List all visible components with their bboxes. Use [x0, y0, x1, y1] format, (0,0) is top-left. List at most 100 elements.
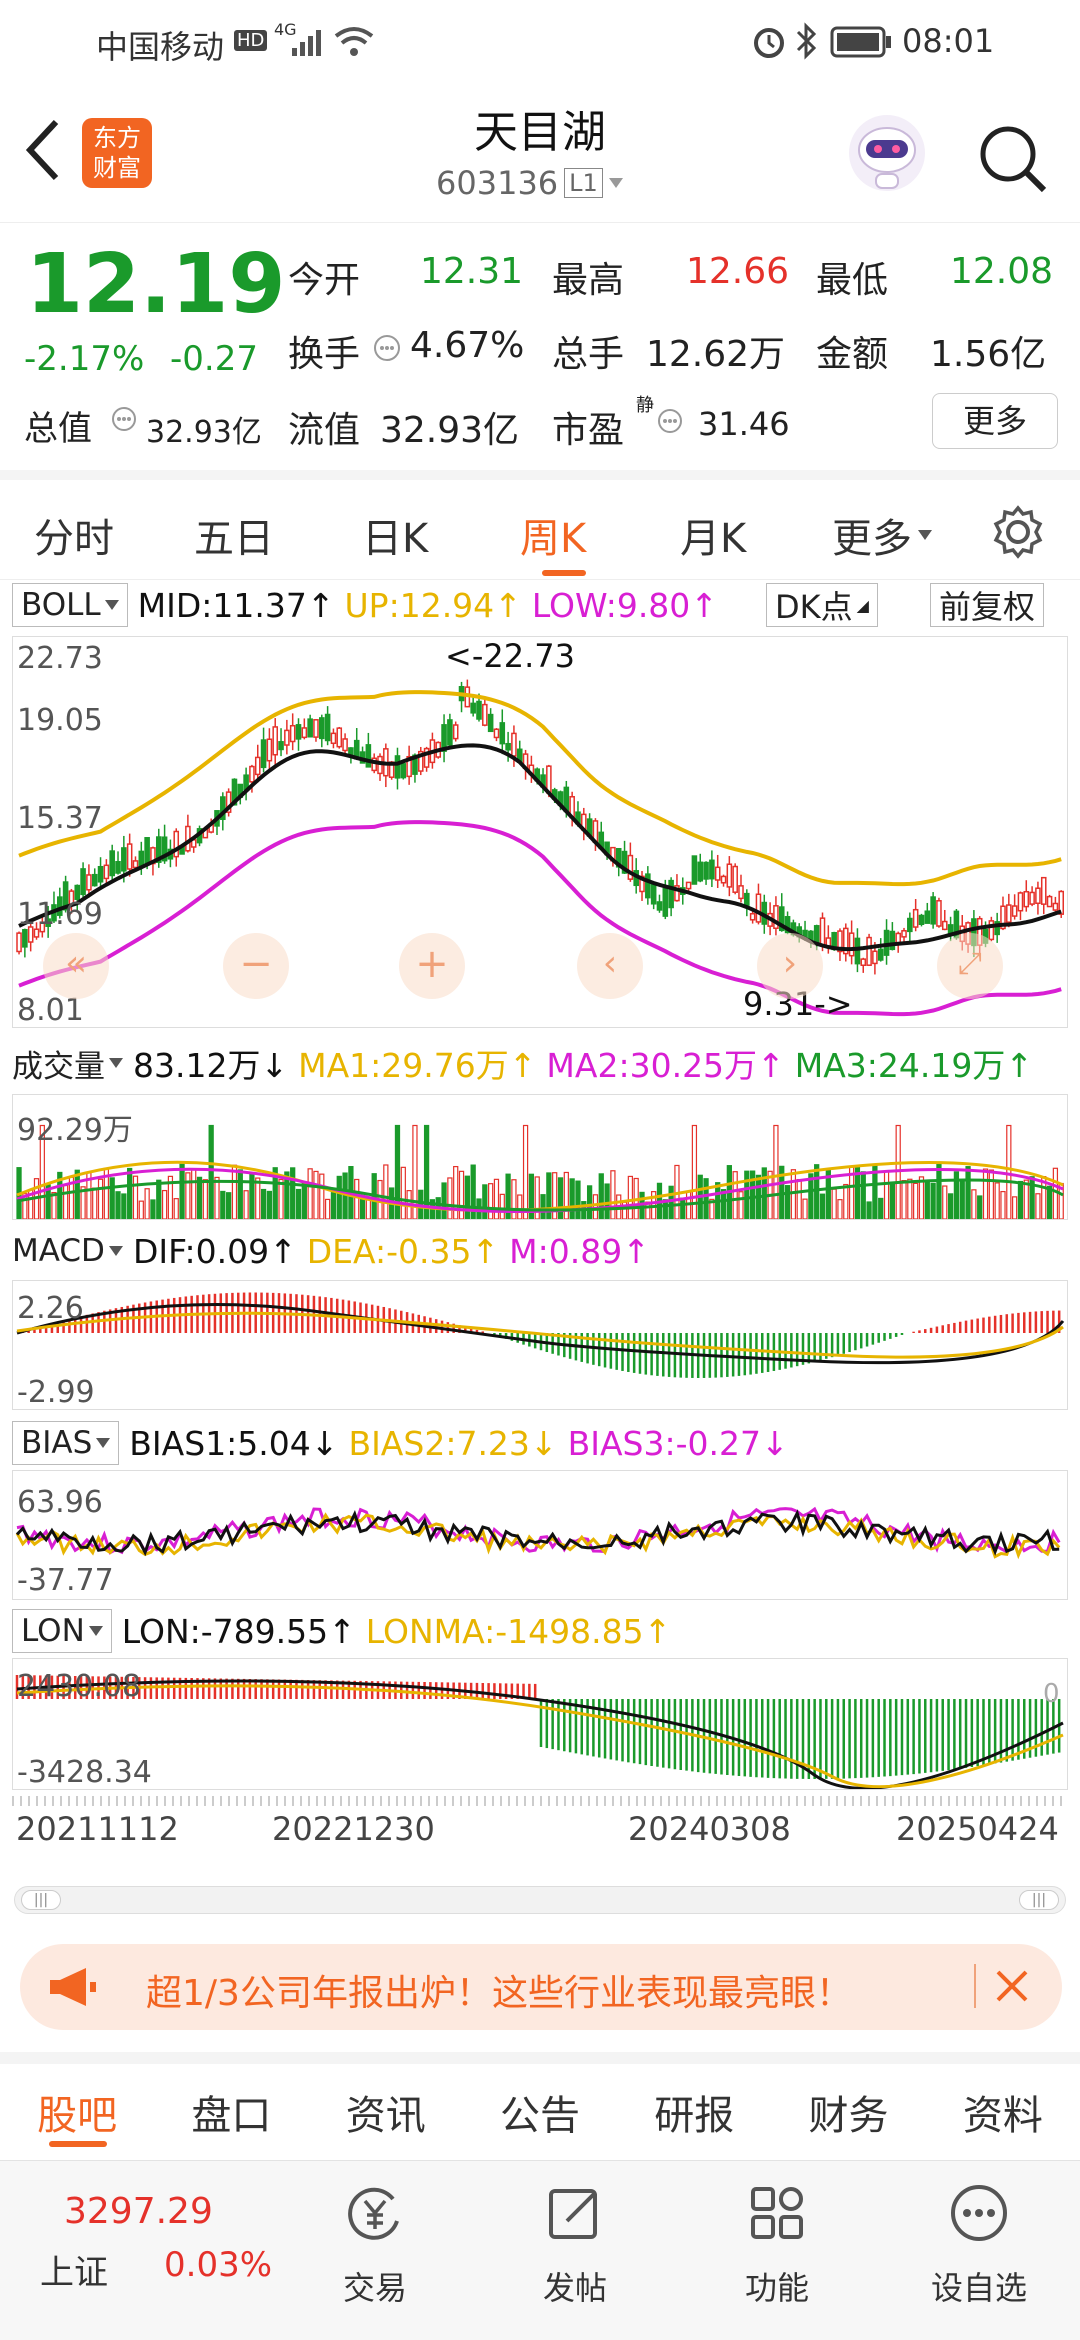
- candle: [924, 910, 931, 924]
- candle: [860, 958, 867, 966]
- close-icon[interactable]: [992, 1966, 1032, 2006]
- volume-bar: [109, 1177, 115, 1219]
- candle: [813, 925, 820, 944]
- candle: [901, 930, 907, 938]
- tab-announcements[interactable]: 公告: [500, 2083, 580, 2141]
- volume-bar: [214, 1176, 220, 1219]
- active-tab-indicator: [49, 2141, 108, 2147]
- indicator-select-lon[interactable]: LON: [12, 1609, 112, 1653]
- info-icon[interactable]: [372, 333, 402, 363]
- info-icon[interactable]: [656, 407, 684, 435]
- volume-bar: [627, 1175, 634, 1219]
- amount-value: 1.56亿: [930, 334, 1047, 375]
- volume-bar: [982, 1168, 989, 1219]
- volume-bar: [482, 1184, 488, 1219]
- volume-legend: 成交量 83.12万↓ MA1:29.76万↑ MA2:30.25万↑ MA3:…: [12, 1038, 1033, 1088]
- volume-bar: [1017, 1180, 1024, 1219]
- volume-bar: [307, 1168, 313, 1219]
- kline-chart[interactable]: 22.73 19.05 15.37 11.69 8.01 <-22.73 9.3…: [12, 636, 1068, 1028]
- volume-bar: [586, 1185, 593, 1219]
- volume-bar: [773, 1124, 779, 1219]
- volume-bar: [62, 1184, 69, 1219]
- search-icon[interactable]: [976, 122, 1050, 196]
- volume-chart[interactable]: 92.29万: [12, 1094, 1068, 1220]
- index-value[interactable]: 3297.29: [64, 2191, 213, 2232]
- volume-bar: [563, 1171, 569, 1219]
- macd-chart[interactable]: 2.26 -2.99: [12, 1280, 1068, 1410]
- macd-svg: [16, 1292, 1065, 1378]
- rewind-fast-icon[interactable]: «: [43, 933, 109, 999]
- date-ticks: [12, 1796, 1068, 1806]
- lon-value: LON:-789.55↑: [121, 1611, 356, 1651]
- scroll-handle-right[interactable]: |||: [1019, 1890, 1059, 1910]
- volume-bar: [150, 1199, 156, 1219]
- scroll-handle-left[interactable]: |||: [21, 1890, 61, 1910]
- robot-assistant-icon[interactable]: [846, 112, 928, 194]
- tab-weekly-k[interactable]: 周K: [520, 506, 586, 564]
- volume-bar: [249, 1172, 255, 1219]
- settings-gear-icon[interactable]: [990, 504, 1046, 560]
- candle: [452, 724, 459, 740]
- indicator-select-bias[interactable]: BIAS: [12, 1421, 120, 1465]
- nav-functions[interactable]: 功能: [712, 2181, 842, 2309]
- volume-bar: [831, 1188, 837, 1219]
- candle: [656, 901, 663, 911]
- prev-icon[interactable]: ‹: [577, 933, 643, 999]
- candle: [662, 887, 669, 917]
- tab-intraday[interactable]: 分时: [34, 506, 114, 564]
- volume-bar: [790, 1169, 797, 1219]
- volume-bar: [226, 1192, 232, 1219]
- volume-bar: [1046, 1185, 1053, 1219]
- tab-research[interactable]: 研报: [654, 2083, 734, 2141]
- nav-watchlist[interactable]: 设自选: [914, 2181, 1044, 2309]
- volume-bar: [959, 1180, 965, 1219]
- tab-profile[interactable]: 资料: [963, 2083, 1043, 2141]
- zoom-out-icon[interactable]: −: [223, 933, 289, 999]
- stock-name: 天目湖: [474, 107, 606, 158]
- macd-y-top: 2.26: [17, 1291, 84, 1326]
- volume-svg: [16, 1124, 1064, 1219]
- tab-guba[interactable]: 股吧: [37, 2083, 117, 2147]
- active-tab-indicator: [542, 570, 586, 576]
- candle: [988, 920, 995, 941]
- wifi-icon: [334, 27, 374, 56]
- tab-monthly-k[interactable]: 月K: [680, 506, 746, 564]
- tab-news[interactable]: 资讯: [346, 2083, 426, 2141]
- next-icon[interactable]: ›: [757, 933, 823, 999]
- lon-chart[interactable]: 2430.08 -3428.34 0: [12, 1658, 1068, 1790]
- low-value: 12.08: [950, 251, 1054, 292]
- change-abs: -0.27: [170, 339, 258, 379]
- nav-post[interactable]: 发帖: [510, 2181, 640, 2309]
- dk-point-button[interactable]: DK点 ◢: [766, 583, 878, 627]
- indicator-select-volume[interactable]: 成交量: [12, 1041, 123, 1085]
- indicator-select-boll[interactable]: BOLL: [12, 583, 128, 627]
- bias-y-top: 63.96: [17, 1485, 103, 1520]
- indicator-select-macd[interactable]: MACD: [12, 1229, 123, 1273]
- carrier-label: 中国移动: [96, 28, 225, 66]
- tab-five-day[interactable]: 五日: [194, 506, 274, 564]
- tab-daily-k[interactable]: 日K: [362, 506, 428, 564]
- nav-trade[interactable]: 交易: [310, 2181, 440, 2309]
- tab-finance[interactable]: 财务: [809, 2083, 889, 2141]
- more-button[interactable]: 更多: [932, 393, 1058, 449]
- volume-bar: [965, 1166, 971, 1219]
- news-banner[interactable]: 超1/3公司年报出炉！这些行业表现最亮眼！: [20, 1944, 1062, 2030]
- bias-chart[interactable]: 63.96 -37.77: [12, 1470, 1068, 1600]
- adjust-button[interactable]: 前复权: [930, 583, 1045, 627]
- signal-icon: [292, 30, 321, 56]
- back-arrow-icon[interactable]: [22, 118, 62, 182]
- volume-bar: [237, 1169, 243, 1219]
- volume-bar: [942, 1185, 948, 1219]
- mktcap-label: 总值: [24, 409, 92, 449]
- zoom-in-icon[interactable]: +: [399, 933, 465, 999]
- stock-code-row[interactable]: 603136 L1: [436, 164, 623, 202]
- tab-pankou[interactable]: 盘口: [191, 2083, 271, 2141]
- volume-bar: [132, 1175, 139, 1219]
- volume-bar: [301, 1181, 307, 1219]
- volume-bar: [295, 1188, 302, 1219]
- tab-more[interactable]: 更多: [832, 506, 932, 564]
- info-icon[interactable]: [110, 405, 138, 433]
- fullscreen-icon[interactable]: ⤢: [937, 933, 1003, 999]
- chart-scrollbar[interactable]: ||| |||: [14, 1886, 1066, 1914]
- candle: [895, 932, 901, 944]
